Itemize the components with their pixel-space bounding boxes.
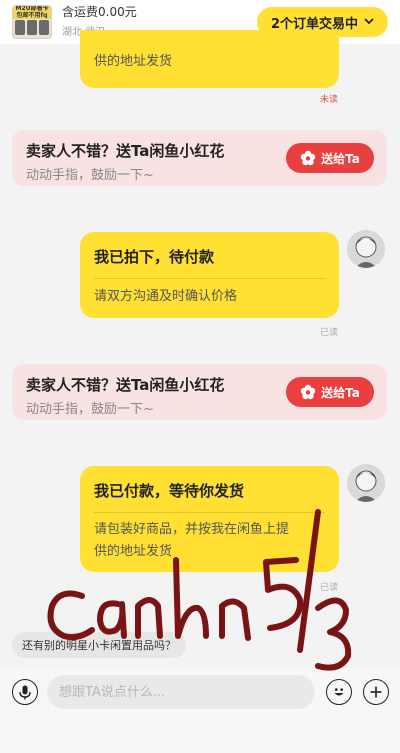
send-flower-button[interactable]: 送给Ta — [286, 143, 374, 173]
read-status: 已读 — [320, 583, 339, 593]
chevron-down-icon — [364, 17, 374, 28]
flower-icon — [300, 150, 316, 166]
message-desc-line1: 请包装好商品，并按我在闲鱼上提 — [94, 522, 290, 537]
suggested-reply-chip[interactable]: 还有别的明星小卡闲置用品吗？ — [12, 632, 186, 658]
message-bubble-partial: 供的地址发货 — [80, 30, 339, 88]
avatar[interactable] — [347, 230, 385, 268]
microphone-icon[interactable] — [12, 679, 38, 705]
plus-icon[interactable] — [363, 679, 389, 705]
flower-card-subtitle: 动动手指，鼓励一下~ — [26, 402, 154, 417]
message-input-bar — [0, 668, 400, 753]
send-flower-button[interactable]: 送给Ta — [286, 377, 374, 407]
avatar[interactable] — [347, 464, 385, 502]
send-flower-label: 送给Ta — [321, 151, 360, 166]
flower-icon — [300, 384, 316, 400]
message-bubble-paid: 我已付款，等待你发货 请包装好商品，并按我在闲鱼上提 供的地址发货 — [80, 466, 339, 572]
message-bubble-order-placed: 我已拍下，待付款 请双方沟通及时确认价格 — [80, 232, 339, 318]
emoji-icon[interactable] — [326, 679, 352, 705]
flower-card-subtitle: 动动手指，鼓励一下~ — [26, 168, 154, 183]
message-desc-line2: 供的地址发货 — [94, 544, 173, 559]
message-title: 我已付款，等待你发货 — [94, 482, 245, 500]
flower-card: 卖家人不错？送Ta闲鱼小红花 动动手指，鼓励一下~ 送给Ta — [12, 364, 387, 420]
send-flower-label: 送给Ta — [321, 385, 360, 400]
flower-card-title: 卖家人不错？送Ta闲鱼小红花 — [26, 142, 225, 160]
message-title: 我已拍下，待付款 — [94, 248, 215, 266]
message-input[interactable] — [47, 675, 315, 709]
message-desc: 供的地址发货 — [94, 54, 173, 69]
read-status: 已读 — [320, 328, 339, 338]
thumbnail-photo — [15, 20, 49, 35]
item-thumbnail[interactable]: M2U部署卡 包邮不用fq — [12, 5, 52, 39]
message-desc: 请双方沟通及时确认价格 — [94, 289, 238, 304]
orders-button-label: 2个订单交易中 — [270, 16, 358, 32]
shipping-fee: 含运费0.00元 — [62, 5, 137, 19]
flower-card: 卖家人不错？送Ta闲鱼小红花 动动手指，鼓励一下~ 送给Ta — [12, 130, 387, 186]
unread-status: 未读 — [320, 95, 339, 105]
thumbnail-caption: M2U部署卡 包邮不用fq — [13, 6, 51, 19]
flower-card-title: 卖家人不错？送Ta闲鱼小红花 — [26, 376, 225, 394]
